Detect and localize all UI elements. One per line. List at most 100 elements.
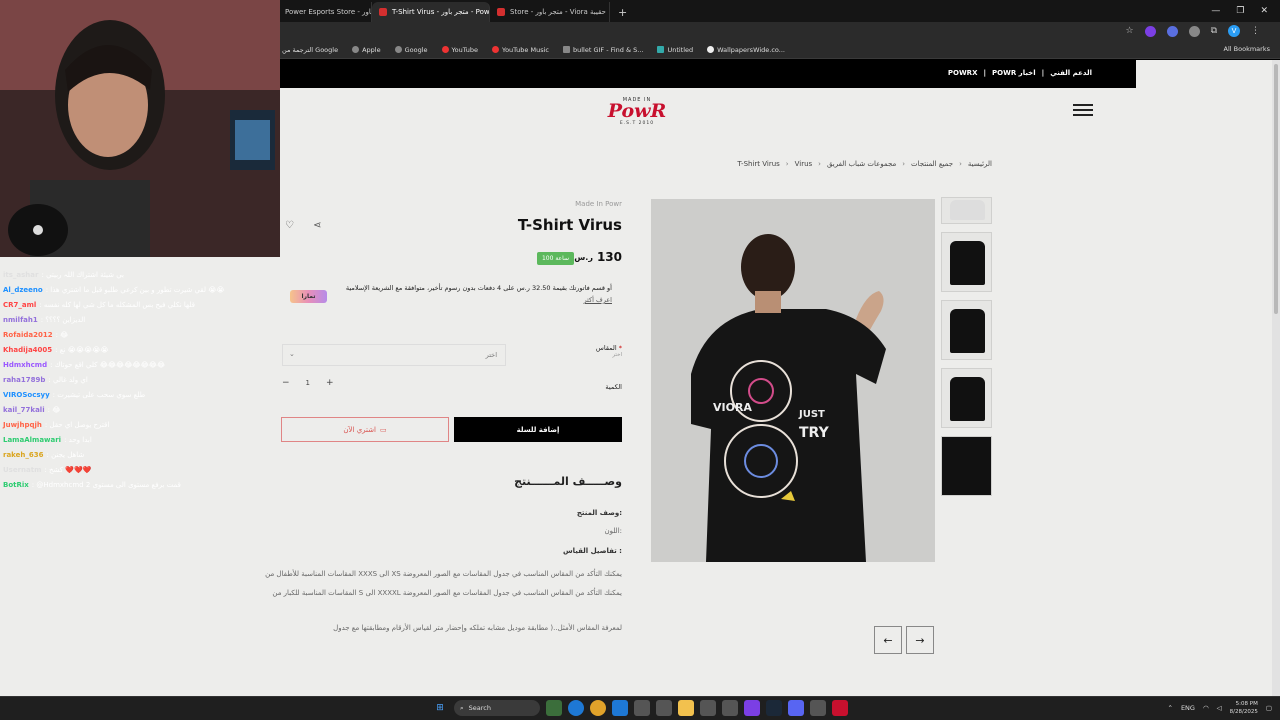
maximize-icon[interactable]: ❐ [1236, 6, 1244, 16]
v-icon [657, 46, 665, 53]
edge-icon[interactable] [568, 700, 584, 716]
bookmark-item[interactable]: Google [394, 46, 428, 54]
thumbnail-0[interactable] [941, 197, 992, 224]
chat-username[interactable]: Usernatm [3, 466, 41, 474]
share-icon[interactable]: ⋖ [313, 220, 321, 231]
chat-text: : بي شيئة اشتراك اللہ ربيتي [41, 271, 124, 279]
app-icon[interactable] [832, 700, 848, 716]
store-logo[interactable]: MADE IN PowR E.S.T 2010 [596, 97, 678, 126]
thumbnail-4[interactable] [941, 436, 992, 496]
qty-value[interactable]: 1 [306, 379, 310, 387]
bookmark-item[interactable]: bullet GIF - Find & S... [562, 46, 643, 54]
chat-username[interactable]: raha1789b [3, 376, 45, 384]
prev-image-button[interactable]: ← [874, 626, 902, 654]
bookmark-item[interactable]: الترجمة من Google [282, 46, 338, 54]
add-to-cart-button[interactable]: إضافة للسلة [454, 417, 622, 442]
chat-username[interactable]: its_ashar [3, 271, 38, 279]
widgets-icon[interactable] [546, 700, 562, 716]
powrx-link[interactable]: POWRX [948, 69, 978, 77]
news-link[interactable]: اخبار POWR [992, 69, 1036, 77]
chat-text: : اقترح يوصل اي حقل [44, 421, 110, 429]
steam-icon[interactable] [766, 700, 782, 716]
heart-icon[interactable]: ♡ [285, 220, 294, 231]
app-icon[interactable] [722, 700, 738, 716]
bookmark-item[interactable]: YouTube Music [491, 46, 549, 54]
clock[interactable]: 5:08 PM 8/28/2025 [1230, 700, 1258, 716]
chat-username[interactable]: rakeh_636 [3, 451, 44, 459]
breadcrumb-virus[interactable]: Virus [795, 160, 813, 168]
qty-minus-button[interactable]: − [282, 378, 290, 388]
chat-username[interactable]: Rofaida2012 [3, 331, 53, 339]
chat-message: Khadija4005: نع 😭😭😭😭😭 [3, 346, 109, 354]
language-indicator[interactable]: ENG [1181, 704, 1195, 712]
discord-icon[interactable] [788, 700, 804, 716]
all-bookmarks[interactable]: All Bookmarks [1224, 45, 1270, 53]
chat-text: : كشخ ❤️❤️❤️ [44, 466, 92, 474]
page-scrollbar[interactable] [1272, 60, 1280, 696]
file-explorer-icon[interactable] [678, 700, 694, 716]
wifi-icon[interactable]: ◠ [1203, 704, 1209, 712]
chat-username[interactable]: Juwjhpqjh [3, 421, 42, 429]
thumbnail-1[interactable] [941, 232, 992, 292]
app-icon[interactable] [656, 700, 672, 716]
notification-icon[interactable]: ▢ [1266, 704, 1272, 712]
breadcrumb-team-collection[interactable]: مجموعات شباب الفريق [827, 160, 896, 168]
chat-username[interactable]: CR7_aml [3, 301, 36, 309]
chrome-icon[interactable] [590, 700, 606, 716]
svg-text:JUST: JUST [798, 409, 825, 420]
browser-tab-2[interactable]: Store - متجر باور - Viora حقيبة ✕ [490, 2, 610, 22]
learn-more-link[interactable]: اعرف أكثر [312, 296, 612, 304]
chat-text: : لقي شيرت تطور و بين كرعي طلبو قبل ما ا… [45, 286, 225, 294]
google-icon [394, 46, 402, 53]
breadcrumb-all-products[interactable]: جميع المنتجات [911, 160, 953, 168]
chat-username[interactable]: Al_dzeeno [3, 286, 43, 294]
close-window-icon[interactable]: ✕ [1260, 6, 1268, 16]
app-icon[interactable] [810, 700, 826, 716]
thumbnail-3[interactable] [941, 368, 992, 428]
bookmark-item[interactable]: Apple [352, 46, 381, 54]
app-icon[interactable] [744, 700, 760, 716]
chat-username[interactable]: nmilfah1 [3, 316, 38, 324]
app-icon[interactable] [634, 700, 650, 716]
support-link[interactable]: الدعم الفني [1050, 69, 1092, 77]
menu-dots-icon[interactable]: ⋮ [1251, 26, 1260, 36]
volume-icon[interactable]: ◁ [1217, 704, 1222, 712]
browser-tab-1[interactable]: T-Shirt Virus - متجر باور - Powr ✕ [372, 2, 490, 22]
chat-username[interactable]: kail_77kali [3, 406, 45, 414]
extension-icon[interactable] [1166, 25, 1178, 37]
app-icon[interactable] [612, 700, 628, 716]
qty-plus-button[interactable]: + [326, 378, 334, 388]
breadcrumb-current: T-Shirt Virus [737, 160, 780, 168]
chat-message: Hdmxhcmd: كلي اقع حوتاك 😂😂😂😂😂😂😂😂 [3, 361, 165, 369]
bookmark-item[interactable]: YouTube [441, 46, 478, 54]
star-icon[interactable]: ☆ [1125, 26, 1133, 36]
size-select[interactable]: اختر ⌄ [282, 344, 506, 366]
buy-now-button[interactable]: اشتري الآن ▭ [281, 417, 449, 442]
extension-icon[interactable] [1188, 25, 1200, 37]
description-body: وصف المنتج: اللون: تفاصيل القياس : المقا… [265, 509, 622, 632]
minimize-icon[interactable]: — [1211, 6, 1220, 16]
chat-username[interactable]: VIROSocsyy [3, 391, 50, 399]
chat-username[interactable]: BotRix [3, 481, 29, 489]
bookmark-item[interactable]: Untitled [657, 46, 693, 54]
extension-icon[interactable] [1144, 25, 1156, 37]
hamburger-menu-icon[interactable] [1073, 104, 1093, 119]
taskbar-search[interactable]: ⌕ Search [454, 700, 540, 716]
app-icon[interactable] [700, 700, 716, 716]
puzzle-icon[interactable]: ⧉ [1211, 26, 1217, 36]
thumbnail-2[interactable] [941, 300, 992, 360]
browser-tab-0[interactable]: Power Esports Store - متجر باور ✕ [278, 2, 372, 22]
next-image-button[interactable]: → [906, 626, 934, 654]
chat-username[interactable]: Hdmxhcmd [3, 361, 47, 369]
product-brand: Made In Powr [575, 200, 622, 208]
windows-start-icon[interactable]: ⊞ [432, 700, 448, 716]
chat-message: VIROSocsyy: طلع سوي سحب على تيشيرت [3, 391, 145, 399]
chevron-up-icon[interactable]: ⌃ [1168, 704, 1173, 712]
bookmark-item[interactable]: WallpapersWide.co... [707, 46, 785, 54]
chat-username[interactable]: LamaAlmawari [3, 436, 61, 444]
chat-username[interactable]: Khadija4005 [3, 346, 52, 354]
breadcrumb-home[interactable]: الرئيسية [968, 160, 992, 168]
product-main-image[interactable]: VIORA JUST TRY [651, 199, 935, 562]
new-tab-button[interactable]: + [610, 2, 635, 22]
profile-avatar[interactable]: V [1228, 25, 1240, 37]
